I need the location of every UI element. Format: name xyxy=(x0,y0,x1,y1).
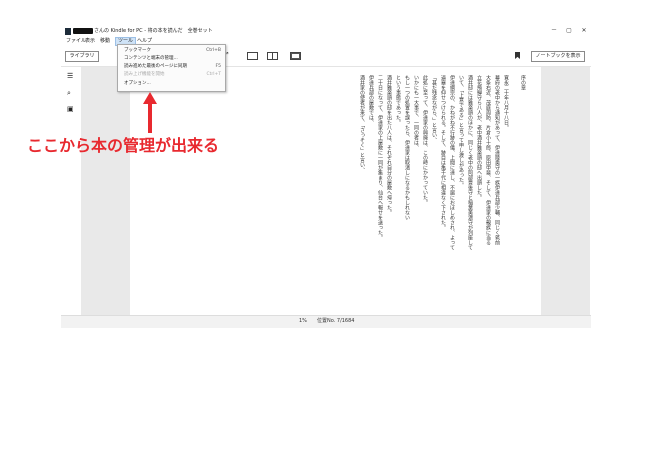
minimize-button[interactable]: － xyxy=(549,27,559,35)
contents-icon[interactable]: ☰ xyxy=(67,72,73,80)
text-column: 大条右近、茂庭周防、片倉小十郎、原田甲斐、そして、伊達家の親族に当る xyxy=(485,75,491,245)
maximize-button[interactable]: ▢ xyxy=(564,27,574,35)
text-column: 逼塞を仰せつけられる。そして、跡目は亀千代に相違なく下された。 xyxy=(440,75,446,230)
annotation-arrow-shaft xyxy=(148,103,152,133)
text-column: という事態であった。 xyxy=(395,75,401,125)
reading-area: 序の章 寛永二十年八月十八日。 幕府の老中から通知があって、伊達陸奥守の一族伊達… xyxy=(81,67,590,315)
bookmark-icon[interactable] xyxy=(515,52,520,59)
text-column: 立花飛騨守ら八人が、老中酒井雅楽頭の邸へ出頭した。 xyxy=(476,75,482,200)
text-column: 幕府の老中から通知があって、伊達陸奥守の一族伊達兵部少輔、同じく筑前 xyxy=(494,75,500,245)
text-column: 酒井邸には雅楽頭のほかに、同じく老中の阿部豊後守と稲葉美濃守が列座して xyxy=(467,75,473,250)
kindle-app-icon xyxy=(65,28,71,35)
grid-view-icon[interactable] xyxy=(290,52,301,60)
text-column: 伊達綱宗の、かねがね不行跡の儀、上聞に達し、不届におぼしめされ、よって xyxy=(449,75,455,250)
menu-go[interactable]: 移動 xyxy=(98,38,112,45)
two-page-icon[interactable] xyxy=(267,52,278,60)
chapter-heading: 序の章 xyxy=(520,75,526,90)
window-title: さんの Kindle for PC - 将の本を読んだ 全巻セット xyxy=(94,28,213,34)
menu-item-sync[interactable]: 読み進めた最後のページに同期 F5 xyxy=(118,63,225,71)
menu-item-bookmark[interactable]: ブックマーク Ctrl+B xyxy=(118,47,225,55)
text-column: 伊達兵部の屋敷では、 xyxy=(368,75,374,125)
text-column: いかにも一大事で、一同の者は、 xyxy=(413,75,419,150)
title-bar: さんの Kindle for PC - 将の本を読んだ 全巻セット － ▢ ✕ xyxy=(61,26,591,37)
search-icon[interactable]: ⌕ xyxy=(67,89,71,97)
menu-item-options[interactable]: オプション... xyxy=(118,80,225,88)
location-readout: 位置No. 7/1684 xyxy=(317,318,355,324)
redacted-username xyxy=(73,28,93,34)
text-column: 二十日になって、伊達家の上屋敷に一同が集まり、仙台へ報せを送った。 xyxy=(377,75,383,240)
text-column: 酒井雅楽頭の邸を出た八人は、それぞれ自分の屋敷へ帰った。 xyxy=(386,75,392,215)
menu-view[interactable]: 表示 xyxy=(83,38,97,45)
single-page-icon[interactable] xyxy=(247,52,258,60)
text-column: 酒井家の使者が来て、「さっそく」と言い、 xyxy=(359,75,365,173)
book-page[interactable]: 序の章 寛永二十年八月十八日。 幕府の老中から通知があって、伊達陸奥守の一族伊達… xyxy=(130,67,541,315)
show-notebook-button[interactable]: ノートブックを表示 xyxy=(531,51,585,62)
library-button[interactable]: ライブラリ xyxy=(65,51,99,62)
menu-item-read-aloud: 読み上げ機能を開始 Ctrl+T xyxy=(124,72,221,77)
text-column: 寛永二十年八月十八日。 xyxy=(503,75,509,130)
text-column: いて、「上意である」と言って申し渡しがあった。 xyxy=(458,75,464,188)
text-column: 此処に至って、伊達家の興廃は、この時にかかっていた。 xyxy=(422,75,428,205)
text-column: 「甚だ残念ながら、」と言い、 xyxy=(431,75,437,143)
close-button[interactable]: ✕ xyxy=(579,27,589,35)
menu-item-manage-content[interactable]: コンテンツと端末の管理... xyxy=(118,55,225,63)
status-bar: 1% 位置No. 7/1684 xyxy=(61,315,591,328)
tools-menu: ブックマーク Ctrl+B コンテンツと端末の管理... 読み進めた最後のページ… xyxy=(117,44,226,92)
text-column: もし一つの処置を誤ったら、伊達家は取潰しになるかもしれない xyxy=(404,75,410,220)
annotation-callout: ここから本の管理が出来る xyxy=(27,136,220,155)
reading-percent: 1% xyxy=(299,318,307,324)
notes-icon[interactable]: ▣ xyxy=(67,105,74,113)
